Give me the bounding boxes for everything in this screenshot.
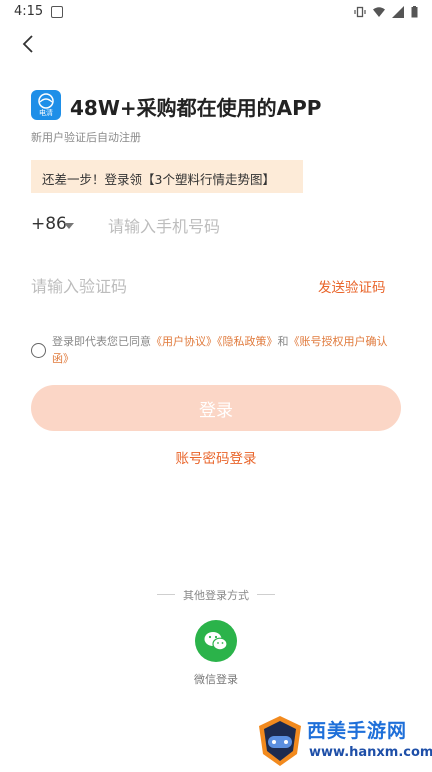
promo-banner: 还差一步！登录领【3个塑料行情走势图】 — [31, 160, 303, 193]
status-icons — [354, 5, 418, 19]
watermark-title: 西美手游网 — [307, 720, 408, 742]
watermark-url: www.hanxm.com — [309, 745, 432, 760]
verification-code-input[interactable] — [31, 272, 291, 300]
app-logo-text: 电清 — [39, 109, 53, 117]
battery-icon — [411, 6, 418, 18]
send-code-button[interactable]: 发送验证码 — [318, 276, 386, 296]
login-button[interactable]: 登录 — [31, 385, 401, 431]
privacy-policy-link[interactable]: 《隐私政策》 — [217, 335, 278, 348]
status-time: 4:15 — [14, 4, 44, 19]
status-bar: 4:15 — [0, 0, 432, 24]
vibrate-icon — [354, 6, 366, 18]
password-login-link[interactable]: 账号密码登录 — [0, 447, 432, 467]
notification-icon — [51, 6, 63, 18]
country-code-selector[interactable]: +86 — [31, 214, 67, 234]
agreement-checkbox[interactable] — [31, 343, 46, 358]
page-title: 48W+采购都在使用的APP — [70, 96, 322, 120]
caret-down-icon[interactable] — [64, 223, 74, 229]
user-agreement-link[interactable]: 《用户协议》 — [151, 335, 217, 348]
divider-right — [257, 594, 275, 595]
other-login-title: 其他登录方式 — [183, 589, 249, 602]
wifi-icon — [373, 7, 385, 17]
subtitle: 新用户验证后自动注册 — [31, 131, 141, 144]
wechat-login-label: 微信登录 — [194, 673, 238, 686]
agreement-and: 和 — [277, 335, 289, 348]
wechat-login-button[interactable] — [195, 620, 237, 662]
phone-input[interactable] — [108, 212, 398, 240]
promo-text: 还差一步！登录领【3个塑料行情走势图】 — [42, 172, 275, 187]
agreement-prefix: 登录即代表您已同意 — [52, 335, 151, 348]
gamepad-shield-icon — [259, 716, 301, 766]
wechat-icon — [204, 632, 228, 651]
app-logo: 电清 — [31, 90, 61, 120]
agreement-text: 登录即代表您已同意《用户协议》《隐私政策》和《账号授权用户确认函》 — [52, 333, 402, 367]
signal-icon — [392, 6, 404, 18]
back-arrow-icon[interactable] — [18, 33, 40, 55]
watermark: 西美手游网 www.hanxm.com — [255, 714, 432, 768]
